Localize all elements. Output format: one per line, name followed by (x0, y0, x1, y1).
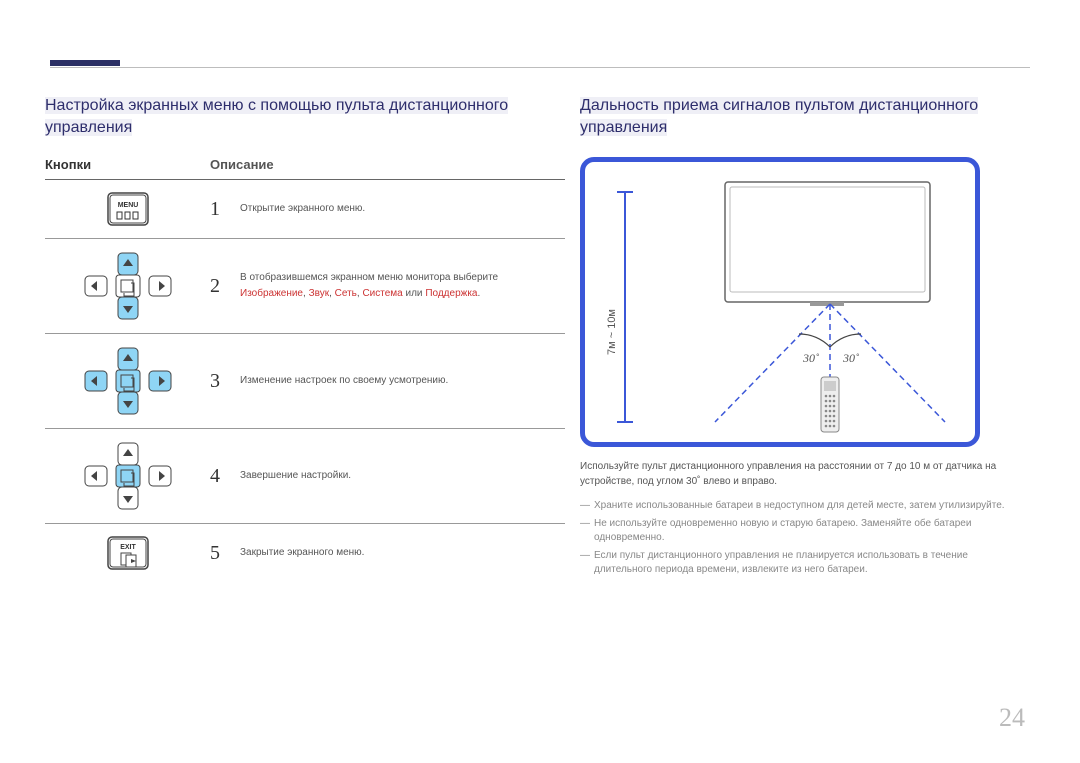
left-column: Настройка экранных меню с помощью пульта… (45, 95, 565, 582)
table-row: 3 Изменение настроек по своему усмотрени… (45, 334, 565, 429)
right-column: Дальность приема сигналов пультом дистан… (580, 95, 1020, 581)
step-number: 2 (210, 275, 240, 298)
svg-text:EXIT: EXIT (120, 544, 136, 551)
step-number: 4 (210, 465, 240, 488)
note-item: Если пульт дистанционного управления не … (580, 549, 1020, 577)
table-row: 4 Завершение настройки. (45, 429, 565, 524)
button-icon-dpad-all (45, 346, 210, 416)
page-number: 24 (999, 703, 1025, 733)
col-header-buttons: Кнопки (45, 157, 210, 173)
svg-text:30˚: 30˚ (802, 351, 819, 365)
button-icon-dpad-updown (45, 251, 210, 321)
step-number: 5 (210, 542, 240, 565)
table-row: EXIT 5 Закрытие экранного меню. (45, 524, 565, 582)
step-number: 1 (210, 198, 240, 221)
step-description: Изменение настроек по своему усмотрению. (240, 373, 565, 389)
right-heading: Дальность приема сигналов пультом дистан… (580, 95, 1020, 139)
step-number: 3 (210, 370, 240, 393)
button-icon-exit: EXIT (45, 536, 210, 570)
col-header-desc: Описание (210, 157, 565, 173)
header-rule (50, 60, 1030, 68)
diagram-caption: Используйте пульт дистанционного управле… (580, 459, 1020, 489)
step-description: В отобразившемся экранном меню монитора … (240, 270, 565, 302)
svg-text:MENU: MENU (117, 202, 138, 209)
step-description: Завершение настройки. (240, 468, 565, 484)
note-item: Храните использованные батареи в недосту… (580, 499, 1020, 513)
left-heading: Настройка экранных меню с помощью пульта… (45, 95, 565, 139)
svg-text:30˚: 30˚ (842, 351, 859, 365)
note-item: Не используйте одновременно новую и стар… (580, 517, 1020, 545)
step-description: Закрытие экранного меню. (240, 545, 565, 561)
button-icon-menu: MENU (45, 192, 210, 226)
table-row: MENU 1 Открытие экранного меню. (45, 180, 565, 239)
svg-text:7м ~ 10м: 7м ~ 10м (606, 309, 618, 355)
step-description: Открытие экранного меню. (240, 201, 565, 217)
table-header: Кнопки Описание (45, 157, 565, 180)
table-row: 2 В отобразившемся экранном меню монитор… (45, 239, 565, 334)
button-icon-dpad-center (45, 441, 210, 511)
remote-range-diagram: 7м ~ 10м 30˚ 30˚ (580, 157, 980, 447)
